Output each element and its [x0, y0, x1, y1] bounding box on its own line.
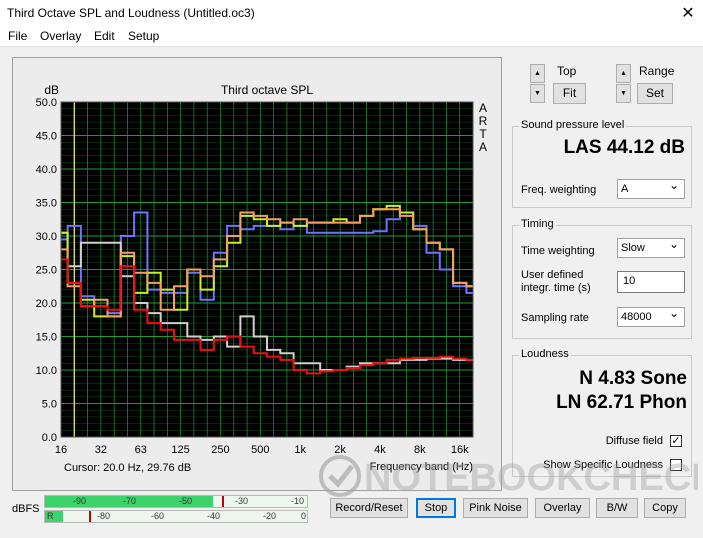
record-reset-button[interactable]: Record/Reset	[330, 498, 408, 518]
meter-tick: -30	[235, 496, 249, 506]
range-up-spin[interactable]: ▲	[616, 64, 631, 83]
x-tick-label: 500	[251, 444, 269, 456]
y-tick-label: 20.0	[36, 298, 57, 310]
window-title: Third Octave SPL and Loudness (Untitled.…	[7, 6, 255, 20]
fit-button[interactable]: Fit	[553, 83, 586, 104]
timing-group: Timing Time weighting Slow User defined …	[512, 218, 692, 339]
x-tick-label: 1k	[294, 444, 306, 456]
loudness-sone: N 4.83 Sone	[579, 368, 687, 389]
spl-group-title: Sound pressure level	[519, 119, 627, 131]
y-tick-label: 10.0	[36, 365, 57, 377]
integr-time-label-1: User defined	[521, 269, 584, 281]
side-label-letter: A	[479, 101, 487, 115]
y-tick-label: 40.0	[36, 164, 57, 176]
y-tick-label: 45.0	[36, 131, 57, 143]
set-button[interactable]: Set	[637, 83, 673, 104]
range-down-spin[interactable]: ▼	[616, 84, 631, 103]
diffuse-field-label: Diffuse field	[605, 435, 663, 447]
x-tick-label: 32	[95, 444, 107, 456]
x-tick-label: 16	[55, 444, 67, 456]
freq-weighting-label: Freq. weighting	[521, 184, 597, 196]
y-tick-label: 35.0	[36, 198, 57, 210]
x-axis-label: Frequency band (Hz)	[370, 461, 473, 473]
plot-frame: 50.0 45.0 40.0 35.0 30.0 25.0 20.0 15.0 10.0 5.0 0…	[12, 57, 502, 491]
y-tick-label: 5.0	[42, 399, 57, 411]
time-weighting-label: Time weighting	[521, 245, 595, 257]
meter-tick: 0	[301, 511, 307, 521]
menu-setup[interactable]: Setup	[128, 29, 159, 43]
sampling-rate-label: Sampling rate	[521, 312, 589, 324]
meter-tick: -70	[123, 496, 137, 506]
overlay-button[interactable]: Overlay	[535, 498, 590, 518]
meter-tick: -80	[97, 511, 111, 521]
level-meter-bottom: R -80 -60 -40 -20 0	[44, 510, 308, 523]
spl-value: LAS 44.12 dB	[563, 137, 685, 158]
menu-overlay[interactable]: Overlay	[40, 29, 81, 43]
freq-weighting-select[interactable]: A	[617, 178, 685, 199]
top-up-spin[interactable]: ▲	[530, 64, 545, 83]
range-label: Range	[639, 64, 675, 78]
time-weighting-select[interactable]: Slow	[617, 237, 685, 258]
y-tick-label: 25.0	[36, 265, 57, 277]
side-label-letter: R	[479, 114, 488, 128]
copy-button[interactable]: Copy	[644, 498, 686, 518]
loudness-phon: LN 62.71 Phon	[556, 392, 687, 413]
chart-title: Third octave SPL	[221, 83, 313, 97]
cursor-readout: Cursor: 20.0 Hz, 29.76 dB	[64, 462, 192, 474]
top-label: Top	[557, 64, 577, 78]
bw-button[interactable]: B/W	[596, 498, 638, 518]
menu-file[interactable]: File	[8, 29, 27, 43]
stop-button[interactable]: Stop	[416, 498, 456, 518]
meter-tick: -20	[263, 511, 277, 521]
close-icon[interactable]: ✕	[673, 0, 703, 27]
integr-time-input[interactable]: 10	[617, 271, 685, 293]
y-tick-label: 15.0	[36, 332, 57, 344]
dbfs-label: dBFS	[12, 503, 40, 515]
meter-tick: R	[47, 511, 54, 521]
x-tick-label: 125	[171, 444, 189, 456]
title-bar: Third Octave SPL and Loudness (Untitled.…	[0, 0, 703, 27]
sampling-rate-select[interactable]: 48000	[617, 306, 685, 327]
x-tick-label: 8k	[414, 444, 426, 456]
meter-tick: -10	[291, 496, 305, 506]
meter-tick: -90	[73, 496, 87, 506]
x-tick-label: 16k	[451, 444, 469, 456]
loudness-group: Loudness N 4.83 Sone LN 62.71 Phon Diffu…	[512, 348, 692, 477]
y-tick-label: 30.0	[36, 231, 57, 243]
meter-tick: -60	[151, 511, 165, 521]
loudness-group-title: Loudness	[519, 348, 571, 360]
pink-noise-button[interactable]: Pink Noise	[463, 498, 528, 518]
spl-group: Sound pressure level LAS 44.12 dB Freq. …	[512, 119, 692, 208]
side-label-letter: T	[479, 127, 487, 141]
specific-loudness-checkbox[interactable]	[670, 459, 682, 471]
menu-bar: File Overlay Edit Setup	[0, 27, 703, 47]
top-down-spin[interactable]: ▼	[530, 84, 545, 103]
x-tick-label: 4k	[374, 444, 386, 456]
integr-time-label-2: integr. time (s)	[521, 282, 591, 294]
level-meter-top: -90 -70 -50 -30 -10	[44, 495, 308, 508]
y-axis-label: dB	[44, 83, 59, 97]
x-tick-label: 63	[135, 444, 147, 456]
meter-tick: -50	[179, 496, 193, 506]
y-tick-label: 50.0	[36, 97, 57, 109]
diffuse-field-checkbox[interactable]: ✓	[670, 435, 682, 447]
side-label-letter: A	[479, 140, 487, 154]
x-tick-label: 250	[211, 444, 229, 456]
x-tick-label: 2k	[334, 444, 346, 456]
spl-chart: 50.0 45.0 40.0 35.0 30.0 25.0 20.0 15.0 10.0 5.0 0…	[36, 83, 488, 473]
y-tick-label: 0.0	[42, 432, 57, 444]
meter-peak-marker	[222, 496, 224, 507]
meter-tick: -40	[207, 511, 221, 521]
meter-peak-marker	[89, 511, 91, 522]
menu-edit[interactable]: Edit	[94, 29, 115, 43]
timing-group-title: Timing	[519, 218, 556, 230]
specific-loudness-label: Show Specific Loudness	[543, 459, 663, 471]
